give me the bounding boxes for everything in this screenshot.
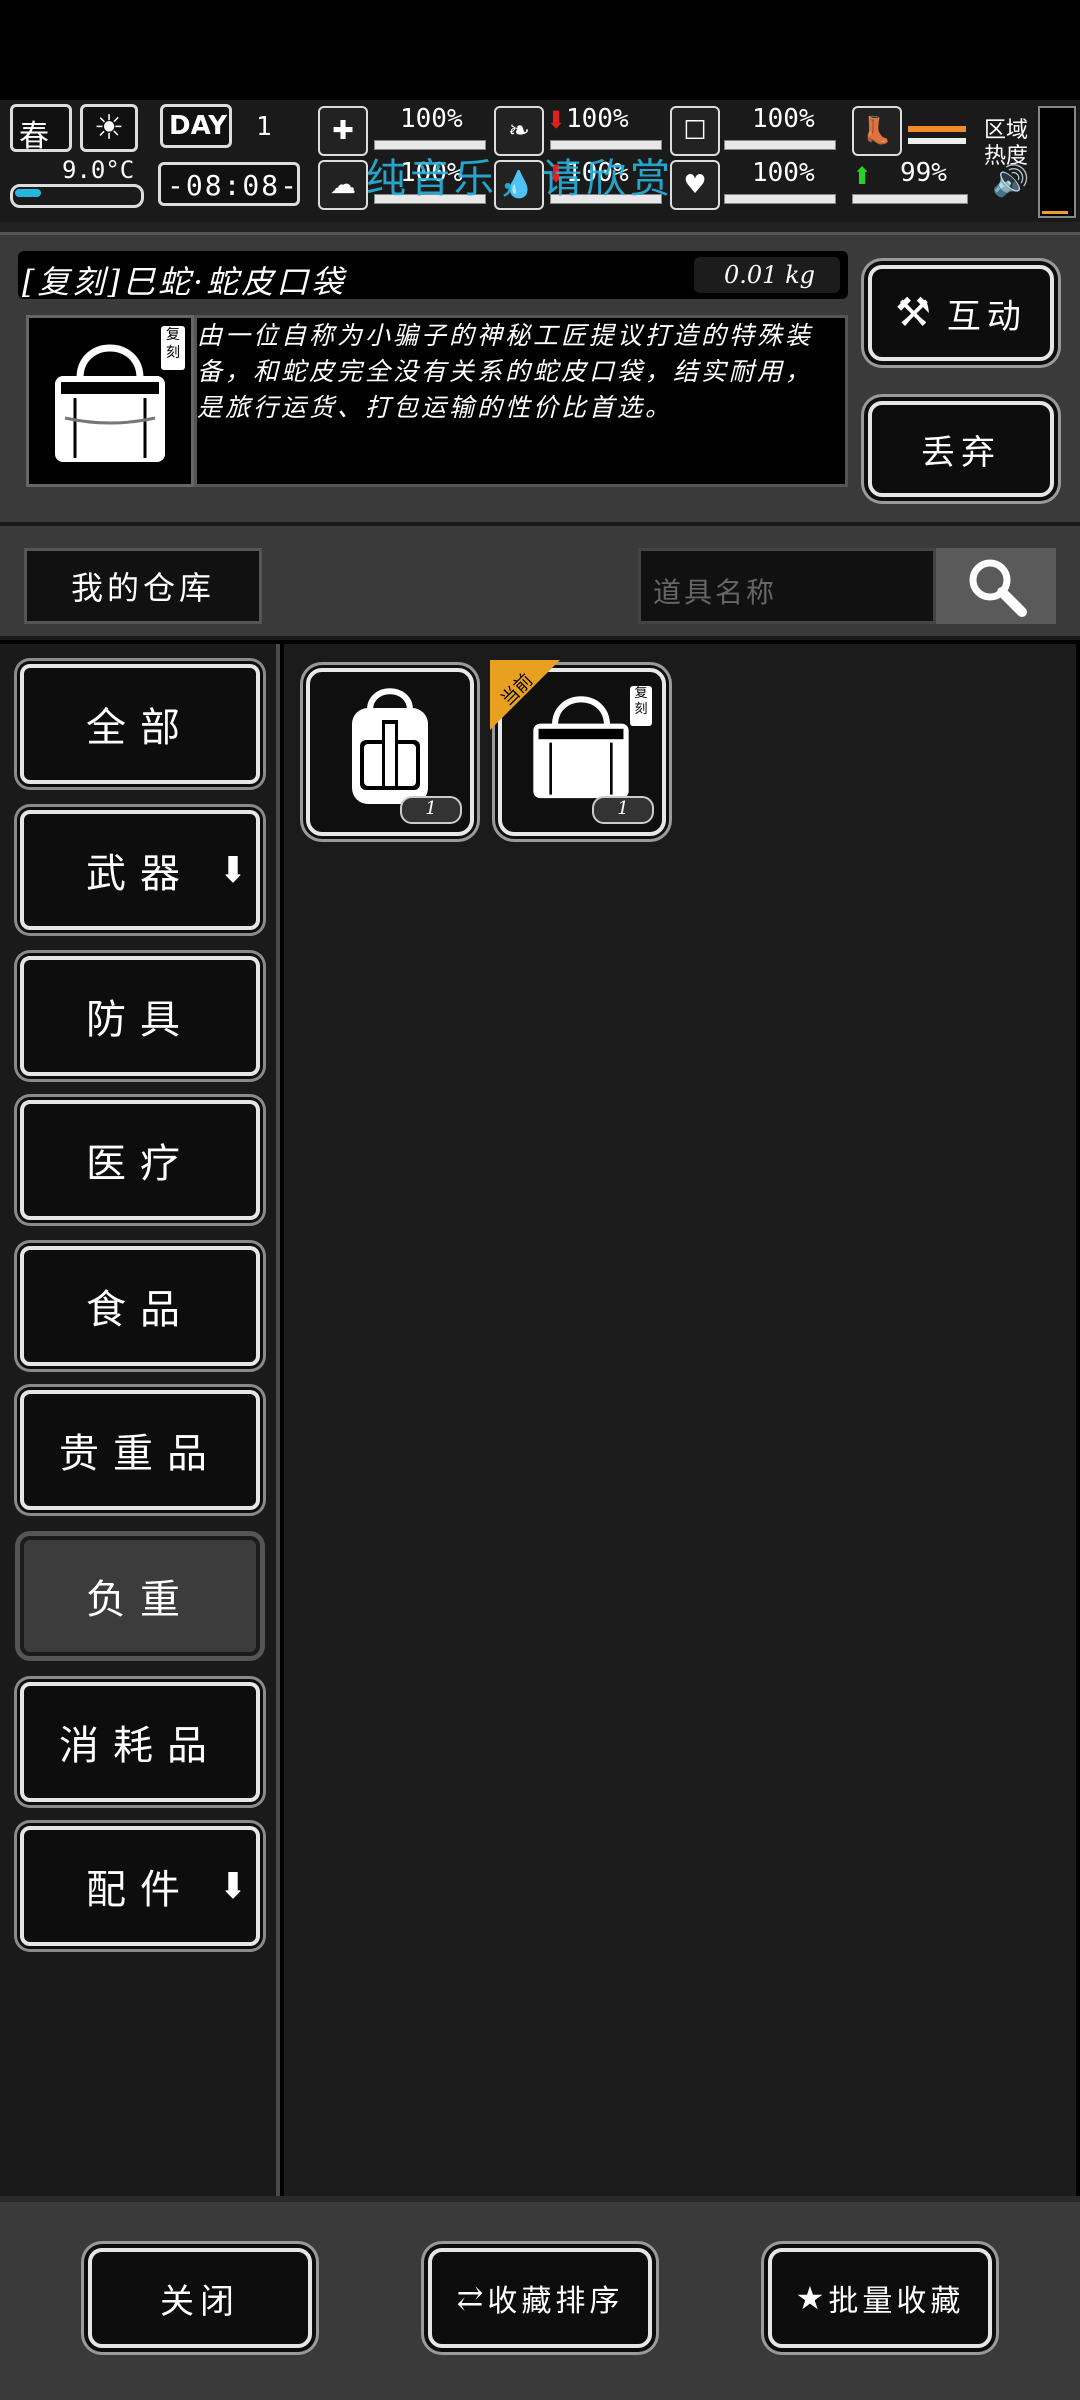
item-count: 1 bbox=[617, 798, 629, 819]
category-consumables-label: 消耗品 bbox=[59, 1723, 221, 1769]
time-box: -08:08- bbox=[158, 162, 300, 206]
batch-favorite-button[interactable]: ★ 批量收藏 bbox=[768, 2248, 992, 2348]
sort-favorites-label: 收藏排序 bbox=[487, 2284, 624, 2319]
stamina-bar bbox=[852, 194, 968, 204]
discard-button[interactable]: 丢弃 bbox=[868, 401, 1054, 497]
speaker-icon[interactable]: 🔊 bbox=[992, 164, 1029, 199]
reprint-badge-text: 复刻 bbox=[166, 327, 180, 361]
item-detail-panel: [复刻]巳蛇·蛇皮口袋 0.01 kg 复刻 由一位自称为小骗子的神秘工匠提议打… bbox=[0, 232, 1080, 522]
category-valuables-label: 贵重品 bbox=[59, 1431, 221, 1477]
item-weight-box: 0.01 kg bbox=[694, 257, 840, 293]
medkit-icon: ✚ bbox=[318, 106, 368, 156]
watermark-text: 纯音乐，请欣赏 bbox=[366, 156, 674, 202]
search-input[interactable]: 道具名称 bbox=[638, 548, 936, 624]
category-medical[interactable]: 医疗 bbox=[20, 1100, 260, 1220]
category-parts-label: 配件 bbox=[86, 1867, 194, 1913]
hunger-down-arrow-icon: ⬇ bbox=[546, 106, 567, 134]
stamina-orange-bar bbox=[908, 126, 966, 132]
stamina-white-bar bbox=[908, 138, 966, 144]
category-food-label: 食品 bbox=[86, 1287, 194, 1333]
brain-icon: ☁ bbox=[318, 160, 368, 210]
category-consumables[interactable]: 消耗品 bbox=[20, 1682, 260, 1802]
item-name-bar: [复刻]巳蛇·蛇皮口袋 0.01 kg bbox=[18, 251, 848, 301]
stamina-up-arrow-icon: ⬆ bbox=[852, 162, 873, 190]
down-arrow-icon: ⬇ bbox=[217, 849, 248, 891]
item-slot-backpack[interactable]: 1 bbox=[306, 668, 474, 836]
region-heat-label: 区域热度 bbox=[984, 118, 1029, 169]
item-image-frame: 复刻 bbox=[26, 315, 194, 487]
reprint-badge: 复刻 bbox=[161, 326, 185, 370]
day-label: DAY bbox=[169, 111, 228, 141]
search-placeholder: 道具名称 bbox=[653, 576, 778, 609]
season-box: 春 bbox=[10, 104, 72, 154]
bladder-icon: ☐ bbox=[670, 106, 720, 156]
storage-header: 我的仓库 道具名称 bbox=[0, 522, 1080, 640]
boot-icon: 👢 bbox=[852, 106, 902, 156]
category-carry[interactable]: 负重 bbox=[20, 1536, 260, 1656]
heat-meter bbox=[1038, 106, 1076, 218]
temperature-text: 9.0°C bbox=[62, 156, 135, 184]
category-all[interactable]: 全部 bbox=[20, 664, 260, 784]
my-storage-tab[interactable]: 我的仓库 bbox=[24, 548, 262, 624]
stomach-bar bbox=[724, 140, 836, 150]
status-hud: 春 ☀ 9.0°C DAY 1 -08:08- ✚ ☁ 100% 100% ❧ … bbox=[0, 100, 1080, 222]
category-carry-label: 负重 bbox=[86, 1577, 194, 1623]
health-pct: 100% bbox=[400, 104, 463, 134]
thermometer-icon bbox=[10, 184, 144, 208]
item-description: 由一位自称为小骗子的神秘工匠提议打造的特殊装备，和蛇皮完全没有关系的蛇皮口袋，结… bbox=[197, 321, 814, 422]
category-parts[interactable]: 配件 ⬇ bbox=[20, 1826, 260, 1946]
category-medical-label: 医疗 bbox=[86, 1141, 194, 1187]
interact-label: 互动 bbox=[946, 296, 1027, 337]
down-arrow-icon: ⬇ bbox=[217, 1865, 248, 1907]
stamina-pct: 99% bbox=[900, 158, 947, 188]
category-armor-label: 防具 bbox=[86, 997, 194, 1043]
batch-favorite-label: 批量收藏 bbox=[828, 2284, 965, 2319]
reprint-badge-text: 复刻 bbox=[634, 686, 648, 717]
backpack-icon bbox=[352, 688, 428, 804]
close-label: 关闭 bbox=[160, 2281, 240, 2322]
item-name: [复刻]巳蛇·蛇皮口袋 bbox=[22, 263, 347, 301]
day-number: 1 bbox=[256, 112, 272, 142]
hud-divider bbox=[0, 222, 1080, 232]
sun-icon: ☀ bbox=[93, 108, 125, 148]
category-sidebar: 全部 武器 ⬇ 防具 医疗 食品 贵重品 负重 消耗品 配件 ⬇ bbox=[0, 644, 280, 2196]
swap-arrows-icon: ⇄ bbox=[456, 2279, 484, 2317]
category-food[interactable]: 食品 bbox=[20, 1246, 260, 1366]
water-pct: 100% bbox=[752, 158, 815, 188]
stomach-pct: 100% bbox=[752, 104, 815, 134]
hammer-icon: ⚒ bbox=[895, 290, 937, 336]
category-valuables[interactable]: 贵重品 bbox=[20, 1390, 260, 1510]
item-description-box: 由一位自称为小骗子的神秘工匠提议打造的特殊装备，和蛇皮完全没有关系的蛇皮口袋，结… bbox=[194, 315, 848, 487]
category-all-label: 全部 bbox=[86, 705, 194, 751]
reprint-badge: 复刻 bbox=[630, 686, 652, 726]
heart-icon: ♥ bbox=[670, 160, 720, 210]
water-bar bbox=[724, 194, 836, 204]
footer-bar: 关闭 ⇄ 收藏排序 ★ 批量收藏 bbox=[0, 2196, 1080, 2400]
interact-button[interactable]: ⚒ 互动 bbox=[868, 265, 1054, 361]
search-icon bbox=[969, 559, 1027, 617]
item-count-badge: 1 bbox=[592, 796, 654, 824]
close-button[interactable]: 关闭 bbox=[88, 2248, 312, 2348]
category-weapons-label: 武器 bbox=[86, 851, 194, 897]
category-weapons[interactable]: 武器 ⬇ bbox=[20, 810, 260, 930]
item-slot-snake-bag[interactable]: 复刻 当前 1 bbox=[490, 660, 666, 836]
search-button[interactable] bbox=[936, 548, 1056, 624]
top-safe-area bbox=[0, 0, 1080, 100]
category-armor[interactable]: 防具 bbox=[20, 956, 260, 1076]
item-count-badge: 1 bbox=[400, 796, 462, 824]
time-text: -08:08- bbox=[167, 169, 300, 202]
discard-label: 丢弃 bbox=[921, 432, 1001, 473]
my-storage-label: 我的仓库 bbox=[70, 569, 215, 607]
item-grid: 1 复刻 当前 1 bbox=[284, 644, 1076, 2196]
hunger-pct: 100% bbox=[566, 104, 629, 134]
season-text: 春 bbox=[19, 119, 49, 154]
item-weight: 0.01 kg bbox=[724, 261, 815, 289]
day-box: DAY bbox=[160, 104, 232, 148]
item-count: 1 bbox=[425, 798, 437, 819]
weather-box: ☀ bbox=[80, 104, 138, 152]
sort-favorites-button[interactable]: ⇄ 收藏排序 bbox=[428, 2248, 652, 2348]
star-icon: ★ bbox=[795, 2279, 825, 2317]
